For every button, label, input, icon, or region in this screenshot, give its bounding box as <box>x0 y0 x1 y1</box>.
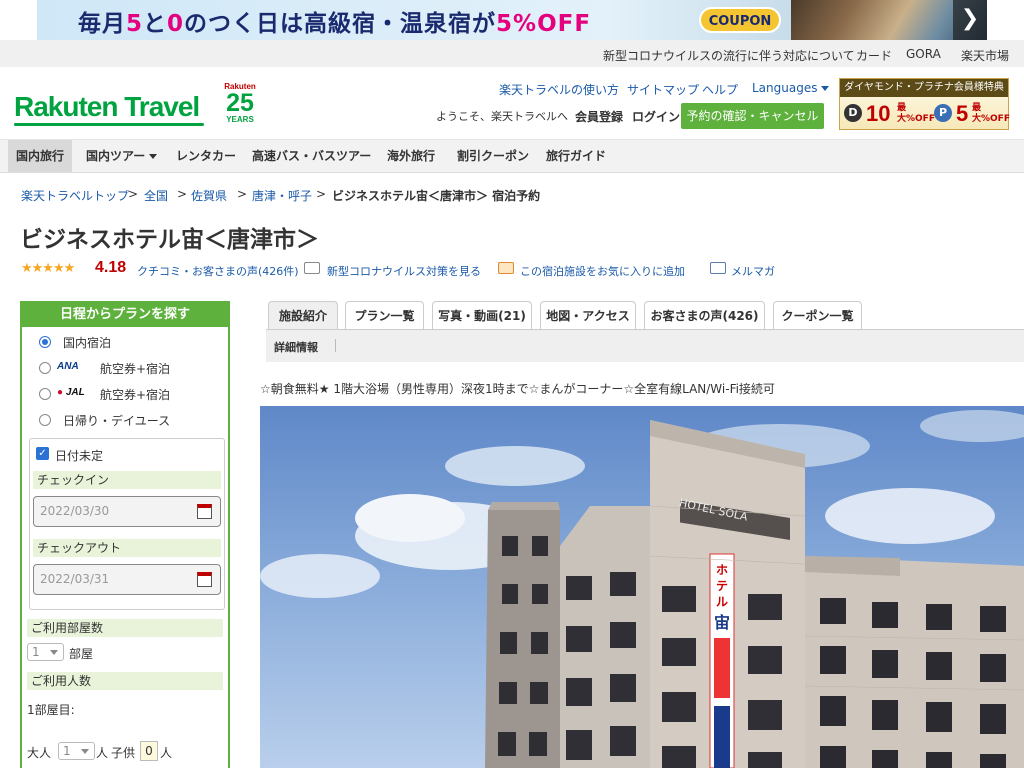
nav-rental-car[interactable]: レンタカー <box>176 140 236 172</box>
breadcrumb-saga[interactable]: 佐賀県 <box>191 187 227 204</box>
calendar-icon[interactable] <box>197 572 212 587</box>
25-years-logo: Rakuten 25 YEARS <box>224 82 256 124</box>
languages-dropdown[interactable]: Languages <box>752 81 830 95</box>
nav-bus[interactable]: 高速バス・バスツアー <box>252 140 371 172</box>
site-header: Rakuten Travel Rakuten 25 YEARS 楽天トラベルの使… <box>0 67 1024 140</box>
platinum-discount-badge: P 5 最大%OFF <box>932 101 1012 127</box>
adult-count-select[interactable]: 1 <box>58 742 95 760</box>
tab-customer-reviews[interactable]: お客さまの声(426) <box>644 301 765 330</box>
reservation-check-button[interactable]: 予約の確認・キャンセル <box>681 103 824 129</box>
diamond-discount-badge: D 10 最大%OFF <box>842 101 935 127</box>
add-favorite-link[interactable]: この宿泊施設をお気に入りに追加 <box>520 263 685 279</box>
nav-travel-guide[interactable]: 旅行ガイド <box>546 140 606 172</box>
nav-coupon[interactable]: 割引クーポン <box>457 140 529 172</box>
jal-logo: ● JAL <box>57 387 85 398</box>
rakuten-ichiba-link[interactable]: 楽天市場 <box>961 47 1009 64</box>
radio-button[interactable] <box>39 414 51 426</box>
subtab-bar: 詳細情報 <box>266 330 1024 362</box>
radio-button[interactable] <box>39 362 51 374</box>
mail-icon <box>710 262 726 274</box>
promo-banner[interactable]: 毎月5と0のつく日は高級宿・温泉宿が5%OFF COUPON ❯ <box>37 0 987 40</box>
adult-unit: 人 <box>96 746 109 760</box>
rooms-select[interactable]: 1 <box>27 643 64 661</box>
radio-button[interactable] <box>39 388 51 400</box>
tab-map-access[interactable]: 地図・アクセス <box>540 301 636 330</box>
rakuten-travel-logo[interactable]: Rakuten Travel <box>14 91 200 123</box>
breadcrumb-karatsu[interactable]: 唐津・呼子 <box>252 187 312 204</box>
child-count-input[interactable]: 0 <box>140 741 158 761</box>
ana-logo: ANA <box>57 361 79 372</box>
hotel-building-image: HOTEL SOLA ホ テ ル 宙 <box>260 410 1024 768</box>
breadcrumb-nationwide[interactable]: 全国 <box>144 187 168 204</box>
date-undecided-checkbox[interactable]: ✓ <box>36 447 49 460</box>
hotel-name-title: ビジネスホテル宙＜唐津市＞ <box>20 227 319 253</box>
login-link[interactable]: ログイン <box>632 108 680 125</box>
top-links-bar: 新型コロナウイルスの流行に伴う対応について カード GORA 楽天市場 <box>0 40 1024 67</box>
child-unit: 人 <box>160 746 173 760</box>
tab-plan-list[interactable]: プラン一覧 <box>345 301 424 330</box>
rooms-label: ご利用部屋数 <box>27 619 223 637</box>
chevron-down-icon <box>149 154 158 159</box>
svg-text:ル: ル <box>716 595 728 609</box>
nav-domestic-travel[interactable]: 国内旅行 <box>8 140 73 172</box>
covid-measures-link[interactable]: 新型コロナウイルス対策を見る <box>327 263 481 279</box>
sidebar-title: 日程からプランを探す <box>22 303 228 327</box>
help-link[interactable]: ヘルプ <box>702 81 738 98</box>
sitemap-link[interactable]: サイトマップ <box>627 81 699 98</box>
coupon-badge: COUPON <box>699 7 781 33</box>
banner-next-button[interactable]: ❯ <box>953 0 987 40</box>
rating-score: 4.18 <box>95 259 127 276</box>
diamond-platinum-banner[interactable]: ダイヤモンド・プラチナ会員様特典 D 10 最大%OFF P 5 最大%OFF <box>839 78 1012 130</box>
tab-facility-info[interactable]: 施設紹介 <box>268 301 338 330</box>
favorite-icon <box>498 262 514 274</box>
svg-text:テ: テ <box>716 579 728 593</box>
checkout-label: チェックアウト <box>33 539 221 557</box>
gora-link[interactable]: GORA <box>906 47 941 61</box>
covid-measures-icon <box>304 262 320 274</box>
date-selection-box: ✓ 日付未定 チェックイン 2022/03/30 チェックアウト 2022/03… <box>29 438 225 610</box>
tab-coupon-list[interactable]: クーポン一覧 <box>773 301 862 330</box>
room1-label: 1部屋目: <box>27 703 75 717</box>
nav-overseas[interactable]: 海外旅行 <box>387 140 435 172</box>
radio-button[interactable] <box>39 336 51 348</box>
review-link[interactable]: クチコミ・お客さまの声(426件) <box>137 263 299 279</box>
checkin-label: チェックイン <box>33 471 221 489</box>
covid-info-link[interactable]: 新型コロナウイルスの流行に伴う対応について <box>603 47 855 64</box>
rooms-unit: 部屋 <box>69 647 94 661</box>
diamond-icon: D <box>844 104 862 122</box>
breadcrumb-current: ビジネスホテル宙＜唐津市＞ 宿泊予約 <box>332 189 541 203</box>
chevron-down-icon <box>821 86 830 91</box>
hotel-main-photo[interactable]: HOTEL SOLA ホ テ ル 宙 <box>260 406 1024 768</box>
mail-magazine-link[interactable]: メルマガ <box>731 263 775 279</box>
tab-photos-videos[interactable]: 写真・動画(21) <box>432 301 532 330</box>
logo-swoosh <box>14 123 204 126</box>
child-label: 子供 <box>111 746 136 760</box>
nav-domestic-tour[interactable]: 国内ツアー <box>86 140 158 172</box>
svg-text:ホ: ホ <box>716 563 728 577</box>
checkout-date-input[interactable]: 2022/03/31 <box>33 564 221 595</box>
subtab-detail-info[interactable]: 詳細情報 <box>274 339 318 355</box>
main-nav: 国内旅行 国内ツアー レンタカー 高速バス・バスツアー 海外旅行 割引クーポン … <box>0 140 1024 173</box>
adult-label: 大人 <box>27 746 52 760</box>
date-undecided-label: 日付未定 <box>55 449 104 463</box>
diamond-banner-title: ダイヤモンド・プラチナ会員様特典 <box>840 79 1008 97</box>
promo-banner-area: 毎月5と0のつく日は高級宿・温泉宿が5%OFF COUPON ❯ <box>0 0 1024 40</box>
calendar-icon[interactable] <box>197 504 212 519</box>
plan-search-sidebar: 日程からプランを探す 国内宿泊 ANA 航空券+宿泊 ● JAL 航空券+宿泊 … <box>20 301 230 768</box>
banner-text: 毎月5と0のつく日は高級宿・温泉宿が5%OFF <box>78 11 592 37</box>
hotel-catch-copy: ☆朝食無料★ 1階大浴場（男性専用）深夜1時まで☆まんがコーナー☆全室有線LAN… <box>260 382 775 396</box>
register-link[interactable]: 会員登録 <box>575 108 623 125</box>
checkin-date-input[interactable]: 2022/03/30 <box>33 496 221 527</box>
card-link[interactable]: カード <box>856 47 892 64</box>
welcome-text: ようこそ、楽天トラベルへ <box>436 110 568 123</box>
platinum-icon: P <box>934 104 952 122</box>
breadcrumb-top[interactable]: 楽天トラベルトップ <box>21 187 129 204</box>
subtab-divider <box>335 339 336 352</box>
rating-stars: ★★★★★ <box>21 261 75 276</box>
people-label: ご利用人数 <box>27 672 223 690</box>
svg-text:宙: 宙 <box>714 613 730 632</box>
how-to-use-link[interactable]: 楽天トラベルの使い方 <box>499 81 619 98</box>
